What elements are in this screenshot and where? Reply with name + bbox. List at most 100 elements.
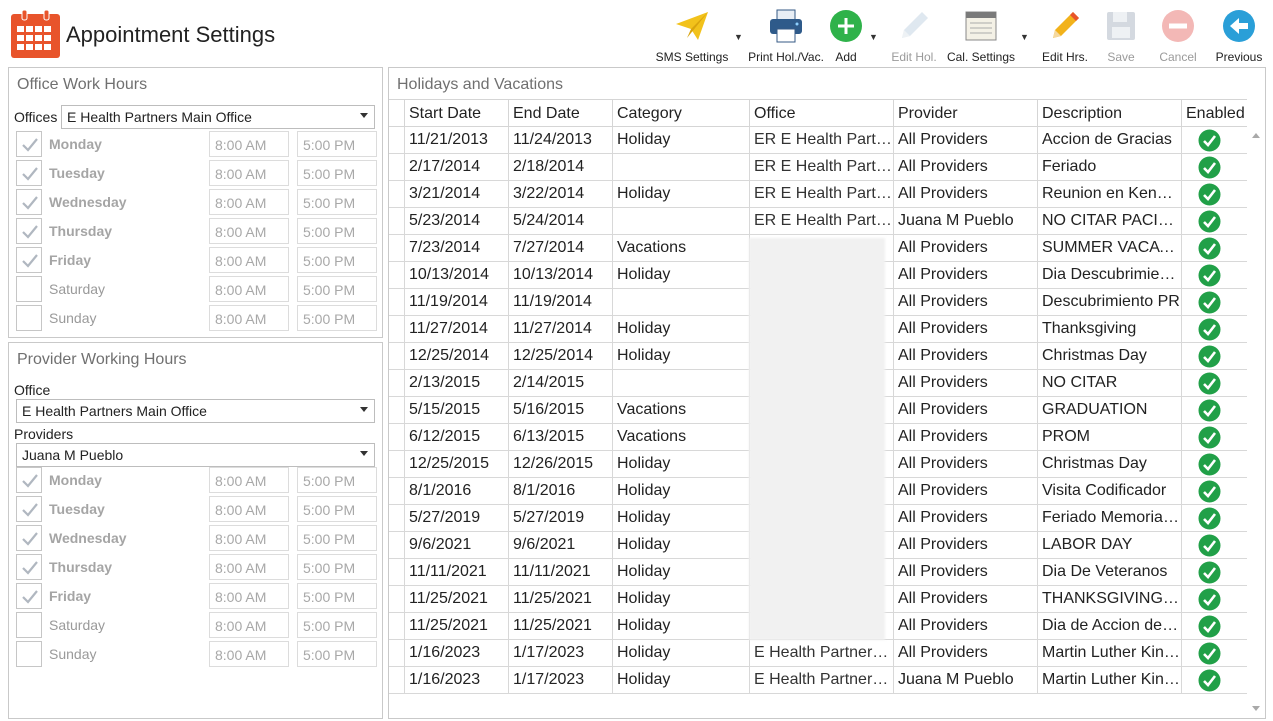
scroll-up-arrow-icon[interactable] (1252, 133, 1260, 138)
cell-enabled[interactable] (1181, 667, 1247, 694)
cell-enabled[interactable] (1181, 424, 1247, 451)
column-header-end-date[interactable]: End Date (508, 100, 612, 127)
start-time-input[interactable]: 8:00 AM (209, 612, 289, 638)
day-enabled-checkbox[interactable] (16, 247, 42, 273)
scroll-down-arrow-icon[interactable] (1252, 706, 1260, 711)
table-row[interactable]: 1/16/2023 1/17/2023 Holiday E Health Partne… (389, 640, 1247, 667)
day-enabled-checkbox[interactable] (16, 525, 42, 551)
cell-enabled[interactable] (1181, 154, 1247, 181)
cell-enabled[interactable] (1181, 478, 1247, 505)
provider-office-dropdown[interactable]: E Health Partners Main Office (16, 399, 375, 423)
table-row[interactable]: 5/23/2014 5/24/2014 ER E Health Partners Ju… (389, 208, 1247, 235)
sms-settings-dropdown-icon[interactable]: ▼ (734, 32, 743, 42)
column-header-description[interactable]: Description (1037, 100, 1181, 127)
end-time-input[interactable]: 5:00 PM (297, 160, 377, 186)
start-time-input[interactable]: 8:00 AM (209, 641, 289, 667)
start-time-input[interactable]: 8:00 AM (209, 496, 289, 522)
providers-dropdown[interactable]: Juana M Pueblo (16, 443, 375, 467)
end-time-input[interactable]: 5:00 PM (297, 583, 377, 609)
day-enabled-checkbox[interactable] (16, 612, 42, 638)
end-time-input[interactable]: 5:00 PM (297, 189, 377, 215)
start-time-input[interactable]: 8:00 AM (209, 131, 289, 157)
cell-enabled[interactable] (1181, 613, 1247, 640)
day-enabled-checkbox[interactable] (16, 131, 42, 157)
cell-enabled[interactable] (1181, 289, 1247, 316)
end-time-input[interactable]: 5:00 PM (297, 218, 377, 244)
grid-vertical-scrollbar[interactable] (1248, 127, 1264, 717)
end-time-input[interactable]: 5:00 PM (297, 641, 377, 667)
start-time-input[interactable]: 8:00 AM (209, 189, 289, 215)
start-time-input[interactable]: 8:00 AM (209, 160, 289, 186)
office-work-hours-title: Office Work Hours (17, 76, 148, 93)
table-row[interactable]: 3/21/2014 3/22/2014 Holiday ER E Health Par… (389, 181, 1247, 208)
start-time-input[interactable]: 8:00 AM (209, 525, 289, 551)
column-header-category[interactable]: Category (612, 100, 749, 127)
day-enabled-checkbox[interactable] (16, 554, 42, 580)
cell-enabled[interactable] (1181, 640, 1247, 667)
table-row[interactable]: 2/17/2014 2/18/2014 ER E Health Partners Al… (389, 154, 1247, 181)
column-header-provider[interactable]: Provider (893, 100, 1037, 127)
cell-enabled[interactable] (1181, 262, 1247, 289)
cell-enabled[interactable] (1181, 451, 1247, 478)
day-enabled-checkbox[interactable] (16, 467, 42, 493)
table-row[interactable]: 11/21/2013 11/24/2013 Holiday ER E Health P… (389, 127, 1247, 154)
column-header-enabled[interactable]: Enabled (1181, 100, 1247, 127)
previous-button[interactable]: Previous (1210, 6, 1268, 64)
cell-category (612, 154, 749, 181)
office-work-hours-panel: Office Work Hours Offices E Health Partn… (8, 67, 383, 338)
day-row: Sunday 8:00 AM 5:00 PM (16, 641, 378, 668)
offices-dropdown[interactable]: E Health Partners Main Office (61, 105, 375, 129)
cell-enabled[interactable] (1181, 559, 1247, 586)
cell-enabled[interactable] (1181, 235, 1247, 262)
cell-enabled[interactable] (1181, 505, 1247, 532)
edit-hours-button[interactable]: Edit Hrs. (1036, 6, 1094, 64)
day-name-label: Saturday (49, 617, 106, 633)
add-button[interactable]: Add (826, 6, 866, 64)
end-time-input[interactable]: 5:00 PM (297, 612, 377, 638)
end-time-input[interactable]: 5:00 PM (297, 276, 377, 302)
day-enabled-checkbox[interactable] (16, 583, 42, 609)
cell-enabled[interactable] (1181, 208, 1247, 235)
end-time-input[interactable]: 5:00 PM (297, 525, 377, 551)
calendar-settings-dropdown-icon[interactable]: ▼ (1020, 32, 1029, 42)
cell-enabled[interactable] (1181, 532, 1247, 559)
edit-holiday-button[interactable]: Edit Hol. (886, 6, 942, 64)
day-enabled-checkbox[interactable] (16, 189, 42, 215)
end-time-input[interactable]: 5:00 PM (297, 131, 377, 157)
sms-settings-button[interactable]: SMS Settings (652, 6, 732, 64)
day-enabled-checkbox[interactable] (16, 160, 42, 186)
day-enabled-checkbox[interactable] (16, 496, 42, 522)
day-enabled-checkbox[interactable] (16, 305, 42, 331)
table-row[interactable]: 1/16/2023 1/17/2023 Holiday E Health Partne… (389, 667, 1247, 694)
cancel-button[interactable]: Cancel (1152, 6, 1204, 64)
cell-enabled[interactable] (1181, 370, 1247, 397)
start-time-input[interactable]: 8:00 AM (209, 276, 289, 302)
cell-enabled[interactable] (1181, 316, 1247, 343)
end-time-input[interactable]: 5:00 PM (297, 467, 377, 493)
start-time-input[interactable]: 8:00 AM (209, 467, 289, 493)
end-time-input[interactable]: 5:00 PM (297, 496, 377, 522)
start-time-input[interactable]: 8:00 AM (209, 218, 289, 244)
save-button[interactable]: Save (1098, 6, 1144, 64)
column-header-start-date[interactable]: Start Date (404, 100, 508, 127)
cell-enabled[interactable] (1181, 181, 1247, 208)
start-time-input[interactable]: 8:00 AM (209, 554, 289, 580)
cell-enabled[interactable] (1181, 586, 1247, 613)
end-time-input[interactable]: 5:00 PM (297, 554, 377, 580)
cell-enabled[interactable] (1181, 343, 1247, 370)
cell-enabled[interactable] (1181, 127, 1247, 154)
column-header-office[interactable]: Office (749, 100, 893, 127)
cell-end-date: 11/25/2021 (508, 586, 612, 613)
add-dropdown-icon[interactable]: ▼ (869, 32, 878, 42)
cell-enabled[interactable] (1181, 397, 1247, 424)
day-enabled-checkbox[interactable] (16, 276, 42, 302)
calendar-settings-button[interactable]: Cal. Settings (944, 6, 1018, 64)
day-enabled-checkbox[interactable] (16, 641, 42, 667)
start-time-input[interactable]: 8:00 AM (209, 247, 289, 273)
start-time-input[interactable]: 8:00 AM (209, 305, 289, 331)
end-time-input[interactable]: 5:00 PM (297, 305, 377, 331)
start-time-input[interactable]: 8:00 AM (209, 583, 289, 609)
day-enabled-checkbox[interactable] (16, 218, 42, 244)
end-time-input[interactable]: 5:00 PM (297, 247, 377, 273)
print-holidays-button[interactable]: Print Hol./Vac. (746, 6, 826, 64)
